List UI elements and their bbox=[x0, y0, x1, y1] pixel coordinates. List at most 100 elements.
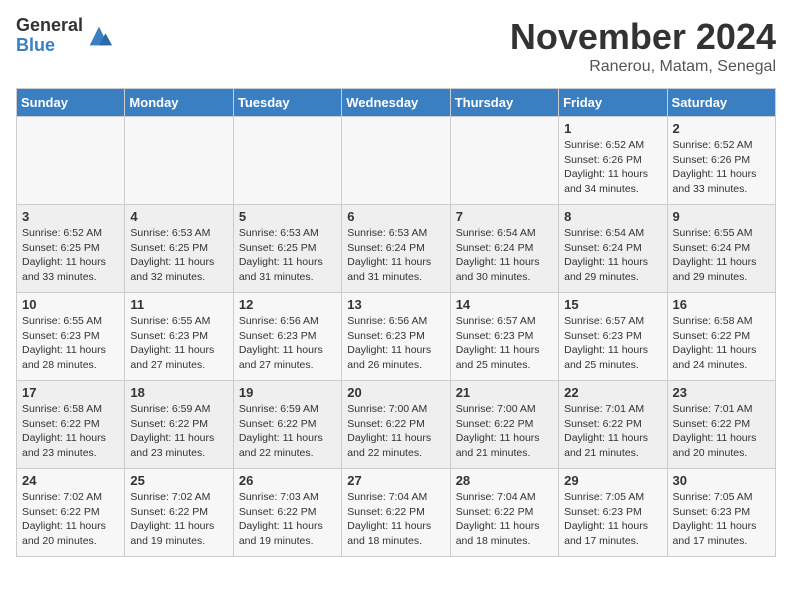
day-number: 6 bbox=[347, 209, 444, 224]
day-info: Sunrise: 7:02 AMSunset: 6:22 PMDaylight:… bbox=[130, 490, 227, 549]
day-number: 17 bbox=[22, 385, 119, 400]
calendar-cell: 1Sunrise: 6:52 AMSunset: 6:26 PMDaylight… bbox=[559, 117, 667, 205]
day-info: Sunrise: 6:55 AMSunset: 6:23 PMDaylight:… bbox=[22, 314, 119, 373]
day-number: 28 bbox=[456, 473, 553, 488]
day-info: Sunrise: 7:04 AMSunset: 6:22 PMDaylight:… bbox=[347, 490, 444, 549]
calendar-cell: 18Sunrise: 6:59 AMSunset: 6:22 PMDayligh… bbox=[125, 381, 233, 469]
calendar-cell bbox=[342, 117, 450, 205]
day-number: 4 bbox=[130, 209, 227, 224]
calendar-cell: 25 Sunrise: 7:02 AMSunset: 6:22 PMDayligh… bbox=[125, 469, 233, 557]
day-number: 3 bbox=[22, 209, 119, 224]
weekday-header-wednesday: Wednesday bbox=[342, 89, 450, 117]
calendar-cell: 12 Sunrise: 6:56 AMSunset: 6:23 PMDayligh… bbox=[233, 293, 341, 381]
day-info: Sunrise: 7:05 AMSunset: 6:23 PMDaylight:… bbox=[673, 490, 770, 549]
day-info: Sunrise: 6:56 AMSunset: 6:23 PMDaylight:… bbox=[239, 314, 336, 373]
calendar-cell: 2 Sunrise: 6:52 AMSunset: 6:26 PMDaylight… bbox=[667, 117, 775, 205]
day-info: Sunrise: 7:04 AMSunset: 6:22 PMDaylight:… bbox=[456, 490, 553, 549]
day-info: Sunrise: 7:03 AMSunset: 6:22 PMDaylight:… bbox=[239, 490, 336, 549]
week-row-4: 17Sunrise: 6:58 AMSunset: 6:22 PMDayligh… bbox=[17, 381, 776, 469]
week-row-2: 3Sunrise: 6:52 AMSunset: 6:25 PMDaylight… bbox=[17, 205, 776, 293]
day-number: 26 bbox=[239, 473, 336, 488]
day-info: Sunrise: 7:00 AMSunset: 6:22 PMDaylight:… bbox=[347, 402, 444, 461]
calendar-cell: 7 Sunrise: 6:54 AMSunset: 6:24 PMDaylight… bbox=[450, 205, 558, 293]
day-number: 8 bbox=[564, 209, 661, 224]
day-number: 13 bbox=[347, 297, 444, 312]
week-row-5: 24 Sunrise: 7:02 AMSunset: 6:22 PMDayligh… bbox=[17, 469, 776, 557]
day-number: 7 bbox=[456, 209, 553, 224]
calendar-cell: 4 Sunrise: 6:53 AMSunset: 6:25 PMDaylight… bbox=[125, 205, 233, 293]
day-info: Sunrise: 6:53 AMSunset: 6:25 PMDaylight:… bbox=[239, 226, 336, 285]
day-number: 25 bbox=[130, 473, 227, 488]
day-info: Sunrise: 7:05 AMSunset: 6:23 PMDaylight:… bbox=[564, 490, 661, 549]
logo-general-text: General bbox=[16, 16, 83, 36]
logo: General Blue bbox=[16, 16, 113, 56]
calendar-cell: 14 Sunrise: 6:57 AMSunset: 6:23 PMDayligh… bbox=[450, 293, 558, 381]
calendar-cell: 24 Sunrise: 7:02 AMSunset: 6:22 PMDayligh… bbox=[17, 469, 125, 557]
calendar-cell: 3Sunrise: 6:52 AMSunset: 6:25 PMDaylight… bbox=[17, 205, 125, 293]
day-number: 15 bbox=[564, 297, 661, 312]
calendar-cell: 17Sunrise: 6:58 AMSunset: 6:22 PMDayligh… bbox=[17, 381, 125, 469]
day-info: Sunrise: 6:59 AMSunset: 6:22 PMDaylight:… bbox=[239, 402, 336, 461]
day-info: Sunrise: 6:55 AMSunset: 6:23 PMDaylight:… bbox=[130, 314, 227, 373]
calendar-cell: 9Sunrise: 6:55 AMSunset: 6:24 PMDaylight… bbox=[667, 205, 775, 293]
day-info: Sunrise: 6:53 AMSunset: 6:24 PMDaylight:… bbox=[347, 226, 444, 285]
day-number: 29 bbox=[564, 473, 661, 488]
calendar-cell: 20 Sunrise: 7:00 AMSunset: 6:22 PMDayligh… bbox=[342, 381, 450, 469]
weekday-header-tuesday: Tuesday bbox=[233, 89, 341, 117]
calendar-cell: 10 Sunrise: 6:55 AMSunset: 6:23 PMDayligh… bbox=[17, 293, 125, 381]
day-info: Sunrise: 7:00 AMSunset: 6:22 PMDaylight:… bbox=[456, 402, 553, 461]
day-info: Sunrise: 7:01 AMSunset: 6:22 PMDaylight:… bbox=[564, 402, 661, 461]
day-number: 23 bbox=[673, 385, 770, 400]
day-info: Sunrise: 6:58 AMSunset: 6:22 PMDaylight:… bbox=[673, 314, 770, 373]
day-info: Sunrise: 7:01 AMSunset: 6:22 PMDaylight:… bbox=[673, 402, 770, 461]
day-number: 14 bbox=[456, 297, 553, 312]
page-header: General Blue November 2024 Ranerou, Mata… bbox=[16, 16, 776, 76]
day-number: 20 bbox=[347, 385, 444, 400]
day-number: 2 bbox=[673, 121, 770, 136]
day-number: 5 bbox=[239, 209, 336, 224]
day-number: 27 bbox=[347, 473, 444, 488]
calendar-cell: 22 Sunrise: 7:01 AMSunset: 6:22 PMDayligh… bbox=[559, 381, 667, 469]
day-number: 11 bbox=[130, 297, 227, 312]
day-number: 24 bbox=[22, 473, 119, 488]
day-number: 21 bbox=[456, 385, 553, 400]
calendar-cell: 16 Sunrise: 6:58 AMSunset: 6:22 PMDayligh… bbox=[667, 293, 775, 381]
day-info: Sunrise: 6:59 AMSunset: 6:22 PMDaylight:… bbox=[130, 402, 227, 461]
calendar-cell: 5 Sunrise: 6:53 AMSunset: 6:25 PMDaylight… bbox=[233, 205, 341, 293]
day-number: 10 bbox=[22, 297, 119, 312]
day-info: Sunrise: 6:56 AMSunset: 6:23 PMDaylight:… bbox=[347, 314, 444, 373]
day-info: Sunrise: 6:57 AMSunset: 6:23 PMDaylight:… bbox=[564, 314, 661, 373]
day-number: 22 bbox=[564, 385, 661, 400]
calendar-cell: 21 Sunrise: 7:00 AMSunset: 6:22 PMDayligh… bbox=[450, 381, 558, 469]
logo-text: General Blue bbox=[16, 16, 83, 56]
weekday-header-friday: Friday bbox=[559, 89, 667, 117]
day-number: 12 bbox=[239, 297, 336, 312]
calendar-cell bbox=[17, 117, 125, 205]
day-info: Sunrise: 6:55 AMSunset: 6:24 PMDaylight:… bbox=[673, 226, 770, 285]
calendar-cell: 23 Sunrise: 7:01 AMSunset: 6:22 PMDayligh… bbox=[667, 381, 775, 469]
day-info: Sunrise: 6:57 AMSunset: 6:23 PMDaylight:… bbox=[456, 314, 553, 373]
day-info: Sunrise: 7:02 AMSunset: 6:22 PMDaylight:… bbox=[22, 490, 119, 549]
calendar-cell: 28 Sunrise: 7:04 AMSunset: 6:22 PMDayligh… bbox=[450, 469, 558, 557]
calendar-cell: 11 Sunrise: 6:55 AMSunset: 6:23 PMDayligh… bbox=[125, 293, 233, 381]
day-info: Sunrise: 6:52 AMSunset: 6:26 PMDaylight:… bbox=[673, 138, 770, 197]
day-number: 16 bbox=[673, 297, 770, 312]
day-number: 30 bbox=[673, 473, 770, 488]
calendar-cell: 6 Sunrise: 6:53 AMSunset: 6:24 PMDaylight… bbox=[342, 205, 450, 293]
calendar-cell: 26 Sunrise: 7:03 AMSunset: 6:22 PMDayligh… bbox=[233, 469, 341, 557]
weekday-header-thursday: Thursday bbox=[450, 89, 558, 117]
day-info: Sunrise: 6:53 AMSunset: 6:25 PMDaylight:… bbox=[130, 226, 227, 285]
location-subtitle: Ranerou, Matam, Senegal bbox=[510, 58, 776, 76]
calendar-table: SundayMondayTuesdayWednesdayThursdayFrid… bbox=[16, 88, 776, 557]
calendar-cell: 29 Sunrise: 7:05 AMSunset: 6:23 PMDayligh… bbox=[559, 469, 667, 557]
calendar-cell bbox=[125, 117, 233, 205]
calendar-cell: 30 Sunrise: 7:05 AMSunset: 6:23 PMDayligh… bbox=[667, 469, 775, 557]
calendar-cell: 19Sunrise: 6:59 AMSunset: 6:22 PMDayligh… bbox=[233, 381, 341, 469]
day-info: Sunrise: 6:54 AMSunset: 6:24 PMDaylight:… bbox=[456, 226, 553, 285]
weekday-header-sunday: Sunday bbox=[17, 89, 125, 117]
calendar-cell bbox=[233, 117, 341, 205]
title-block: November 2024 Ranerou, Matam, Senegal bbox=[510, 16, 776, 76]
week-row-1: 1Sunrise: 6:52 AMSunset: 6:26 PMDaylight… bbox=[17, 117, 776, 205]
day-info: Sunrise: 6:52 AMSunset: 6:26 PMDaylight:… bbox=[564, 138, 661, 197]
calendar-cell bbox=[450, 117, 558, 205]
